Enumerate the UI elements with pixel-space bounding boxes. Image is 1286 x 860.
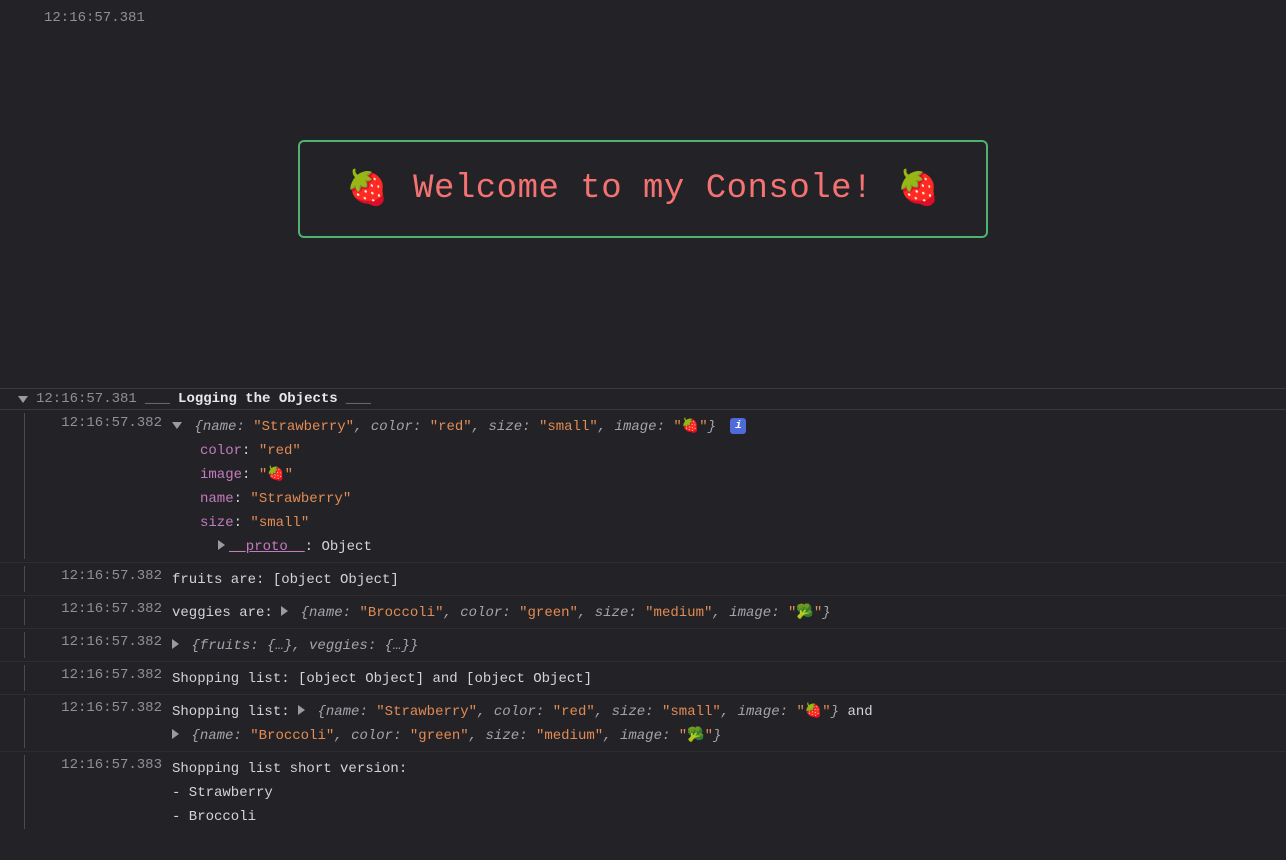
console-log-row: 12:16:57.382 {fruits: {…}, veggies: {…}}	[0, 629, 1286, 662]
console-log-row: 12:16:57.383 Shopping list short version…	[0, 752, 1286, 832]
chevron-down-icon[interactable]	[18, 396, 28, 403]
object-summary[interactable]: {fruits: {…}, veggies: {…}}	[191, 638, 418, 654]
group-dash: ___	[346, 391, 371, 407]
banner-text: Welcome to my Console!	[413, 170, 873, 208]
chevron-right-icon[interactable]	[281, 606, 288, 616]
log-content: veggies are: {name: "Broccoli", color: "…	[172, 599, 1286, 625]
log-timestamp: 12:16:57.382	[44, 413, 162, 431]
group-title: Logging the Objects	[178, 391, 338, 407]
object-property[interactable]: size: "small"	[200, 511, 1286, 535]
chevron-right-icon[interactable]	[298, 705, 305, 715]
log-timestamp: 12:16:57.382	[44, 566, 162, 584]
console-group-header[interactable]: 12:16:57.381 ___ Logging the Objects ___	[0, 388, 1286, 410]
log-timestamp: 12:16:57.382	[44, 698, 162, 716]
group-timestamp: 12:16:57.381	[36, 391, 137, 407]
console-group-body: 12:16:57.382 {name: "Strawberry", color:…	[0, 410, 1286, 832]
group-gutter	[24, 698, 34, 748]
group-gutter	[24, 413, 34, 559]
console-log-row: 12:16:57.382 Shopping list: {name: "Stra…	[0, 695, 1286, 752]
log-suffix: and	[847, 704, 872, 720]
console-log-row: 12:16:57.382 {name: "Strawberry", color:…	[0, 410, 1286, 563]
console-log-row: 12:16:57.382 veggies are: {name: "Brocco…	[0, 596, 1286, 629]
group-gutter	[24, 755, 34, 829]
object-proto[interactable]: __proto__: Object	[200, 535, 1286, 559]
top-timestamp: 12:16:57.381	[0, 6, 1286, 30]
console-log-row: 12:16:57.382 Shopping list: [object Obje…	[0, 662, 1286, 695]
info-icon[interactable]: i	[730, 418, 746, 434]
object-properties: color: "red" image: "🍓" name: "Strawberr…	[172, 439, 1286, 559]
console-panel: 12:16:57.381 🍓 Welcome to my Console! 🍓 …	[0, 0, 1286, 832]
chevron-right-icon[interactable]	[172, 639, 179, 649]
strawberry-icon: 🍓	[897, 168, 940, 210]
object-property[interactable]: color: "red"	[200, 439, 1286, 463]
chevron-down-icon[interactable]	[172, 422, 182, 429]
banner-row: 🍓 Welcome to my Console! 🍓	[0, 30, 1286, 388]
chevron-right-icon[interactable]	[172, 729, 179, 739]
log-prefix: veggies are:	[172, 605, 281, 621]
object-summary[interactable]: {name: "Broccoli", color: "green", size:…	[191, 728, 721, 744]
object-property[interactable]: image: "🍓"	[200, 463, 1286, 487]
group-gutter	[24, 566, 34, 592]
object-property[interactable]: name: "Strawberry"	[200, 487, 1286, 511]
log-content: Shopping list: {name: "Strawberry", colo…	[172, 698, 1286, 748]
group-gutter	[24, 599, 34, 625]
group-gutter	[24, 665, 34, 691]
object-summary[interactable]: {name: "Strawberry", color: "red", size:…	[194, 419, 724, 435]
chevron-right-icon[interactable]	[218, 540, 225, 550]
log-content: Shopping list: [object Object] and [obje…	[172, 665, 1286, 691]
log-line: Shopping list short version:	[172, 757, 1286, 781]
strawberry-icon: 🍓	[346, 168, 389, 210]
log-timestamp: 12:16:57.382	[44, 632, 162, 650]
log-timestamp: 12:16:57.383	[44, 755, 162, 773]
group-gutter	[24, 632, 34, 658]
welcome-banner: 🍓 Welcome to my Console! 🍓	[298, 140, 988, 238]
log-content: {name: "Strawberry", color: "red", size:…	[172, 413, 1286, 559]
log-prefix: Shopping list:	[172, 704, 298, 720]
log-content: {fruits: {…}, veggies: {…}}	[172, 632, 1286, 658]
log-timestamp: 12:16:57.382	[44, 665, 162, 683]
log-content: Shopping list short version: - Strawberr…	[172, 755, 1286, 829]
log-content: fruits are: [object Object]	[172, 566, 1286, 592]
log-line: - Strawberry	[172, 781, 1286, 805]
object-summary[interactable]: {name: "Strawberry", color: "red", size:…	[317, 704, 847, 720]
group-dash: ___	[145, 391, 170, 407]
log-line: - Broccoli	[172, 805, 1286, 829]
log-timestamp: 12:16:57.382	[44, 599, 162, 617]
object-summary[interactable]: {name: "Broccoli", color: "green", size:…	[301, 605, 831, 621]
console-log-row: 12:16:57.382 fruits are: [object Object]	[0, 563, 1286, 596]
